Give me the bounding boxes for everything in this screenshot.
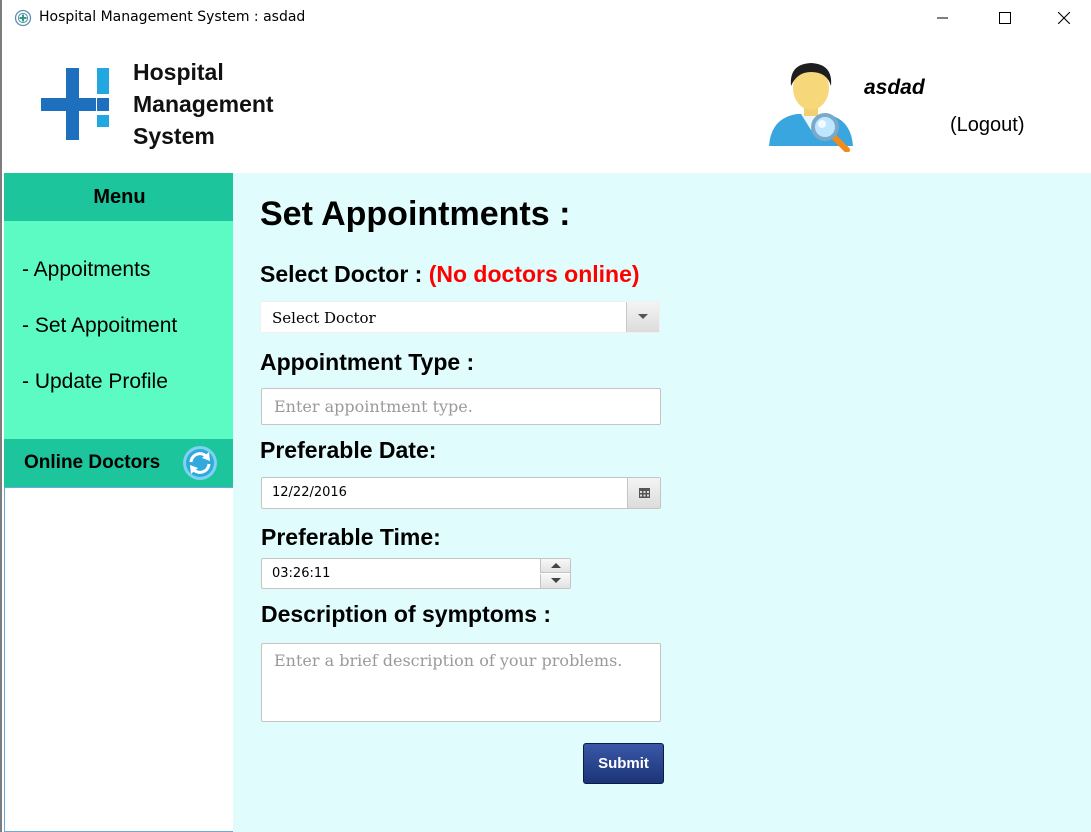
brand-line-2: Management	[133, 91, 274, 117]
doctor-select-value: Select Doctor	[272, 309, 376, 327]
window-title: Hospital Management System : asdad	[39, 9, 306, 25]
calendar-icon[interactable]	[627, 478, 660, 508]
menu-list: - Appoitments - Set Appoitment - Update …	[4, 221, 235, 439]
user-avatar-icon	[769, 63, 853, 152]
logout-link[interactable]: (Logout)	[950, 114, 1025, 137]
close-button[interactable]	[1041, 0, 1087, 36]
online-doctors-header: Online Doctors	[4, 439, 235, 487]
sidebar-item-appointments[interactable]: - Appoitments	[22, 258, 150, 282]
close-icon	[1058, 12, 1070, 24]
appointment-type-input[interactable]	[261, 388, 661, 425]
preferable-time-label: Preferable Time:	[261, 524, 441, 550]
online-doctors-title: Online Doctors	[24, 452, 161, 473]
chevron-up-icon	[550, 562, 561, 568]
sidebar-item-set-appointment[interactable]: - Set Appoitment	[22, 314, 177, 338]
date-value: 12/22/2016	[272, 485, 347, 500]
maximize-button[interactable]	[982, 0, 1028, 36]
online-doctors-list	[4, 487, 235, 832]
app-icon	[14, 9, 32, 27]
brand-line-1: Hospital	[133, 59, 224, 85]
refresh-icon[interactable]	[182, 445, 218, 481]
hospital-cross-logo	[41, 68, 109, 140]
time-spinner[interactable]: 03:26:11	[261, 558, 571, 589]
maximize-icon	[999, 12, 1011, 24]
date-picker[interactable]: 12/22/2016	[261, 477, 661, 509]
sidebar: Menu - Appoitments - Set Appoitment - Up…	[0, 173, 235, 832]
submit-button[interactable]: Submit	[583, 743, 664, 784]
menu-title: Menu	[4, 173, 235, 221]
minimize-button[interactable]	[920, 0, 966, 36]
dropdown-arrow-icon[interactable]	[626, 302, 659, 332]
window-titlebar: Hospital Management System : asdad	[0, 0, 1091, 38]
doctor-status-text: (No doctors online)	[428, 261, 640, 287]
appointment-type-label: Appointment Type :	[260, 349, 475, 375]
user-name: asdad	[864, 76, 925, 99]
brand-name: Hospital Management System	[133, 56, 274, 152]
symptoms-textarea[interactable]	[261, 643, 661, 722]
main-panel: Set Appointments : Select Doctor : (No d…	[233, 173, 1091, 832]
time-decrement-button[interactable]	[540, 574, 570, 588]
select-doctor-label: Select Doctor :	[260, 261, 423, 287]
symptoms-label: Description of symptoms :	[261, 601, 552, 627]
time-increment-button[interactable]	[540, 559, 570, 573]
chevron-down-icon	[550, 578, 561, 583]
preferable-date-label: Preferable Date:	[260, 437, 437, 463]
page-title: Set Appointments :	[260, 195, 571, 233]
brand-line-3: System	[133, 123, 215, 149]
time-value: 03:26:11	[272, 566, 331, 581]
minimize-icon	[937, 17, 948, 19]
doctor-select[interactable]: Select Doctor	[260, 301, 660, 333]
app-header: Hospital Management System asdad (Logout…	[0, 38, 1091, 173]
sidebar-item-update-profile[interactable]: - Update Profile	[22, 370, 168, 394]
select-doctor-label-row: Select Doctor : (No doctors online)	[260, 261, 640, 288]
